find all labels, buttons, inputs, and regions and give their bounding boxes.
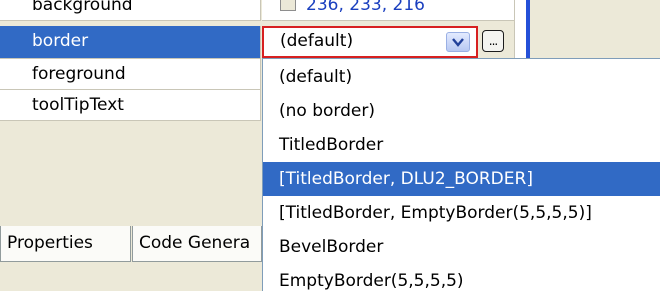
dropdown-option[interactable]: BevelBorder <box>263 230 660 264</box>
dropdown-option-selected[interactable]: [TitledBorder, DLU2_BORDER] <box>263 162 660 196</box>
dropdown-option[interactable]: (default) <box>263 60 660 94</box>
chevron-down-icon <box>452 37 464 47</box>
dropdown-option[interactable]: [TitledBorder, EmptyBorder(5,5,5,5)] <box>263 196 660 230</box>
dropdown-option[interactable]: TitledBorder <box>263 128 660 162</box>
ellipsis-button[interactable]: ... <box>482 30 504 52</box>
background-color-value: 236, 233, 216 <box>306 0 425 15</box>
property-name-tooltiptext[interactable]: toolTipText <box>0 90 261 121</box>
tab-properties[interactable]: Properties <box>0 226 131 262</box>
dropdown-option[interactable]: EmptyBorder(5,5,5,5) <box>263 264 660 291</box>
bottom-tabs: Properties Code Genera <box>0 226 262 291</box>
border-dropdown-list: (default) (no border) TitledBorder [Titl… <box>262 58 660 291</box>
property-value-background[interactable]: 236, 233, 216 <box>262 0 514 21</box>
dropdown-option[interactable]: (no border) <box>263 94 660 128</box>
tab-code-generation[interactable]: Code Genera <box>132 226 262 262</box>
property-name-border[interactable]: border <box>0 26 261 59</box>
dropdown-arrow-button[interactable] <box>446 32 470 52</box>
combo-current-value: (default) <box>280 31 354 51</box>
property-name-foreground[interactable]: foreground <box>0 59 261 90</box>
color-swatch <box>280 0 296 11</box>
property-name-background[interactable]: background <box>0 0 261 21</box>
panel-edge <box>514 0 530 60</box>
